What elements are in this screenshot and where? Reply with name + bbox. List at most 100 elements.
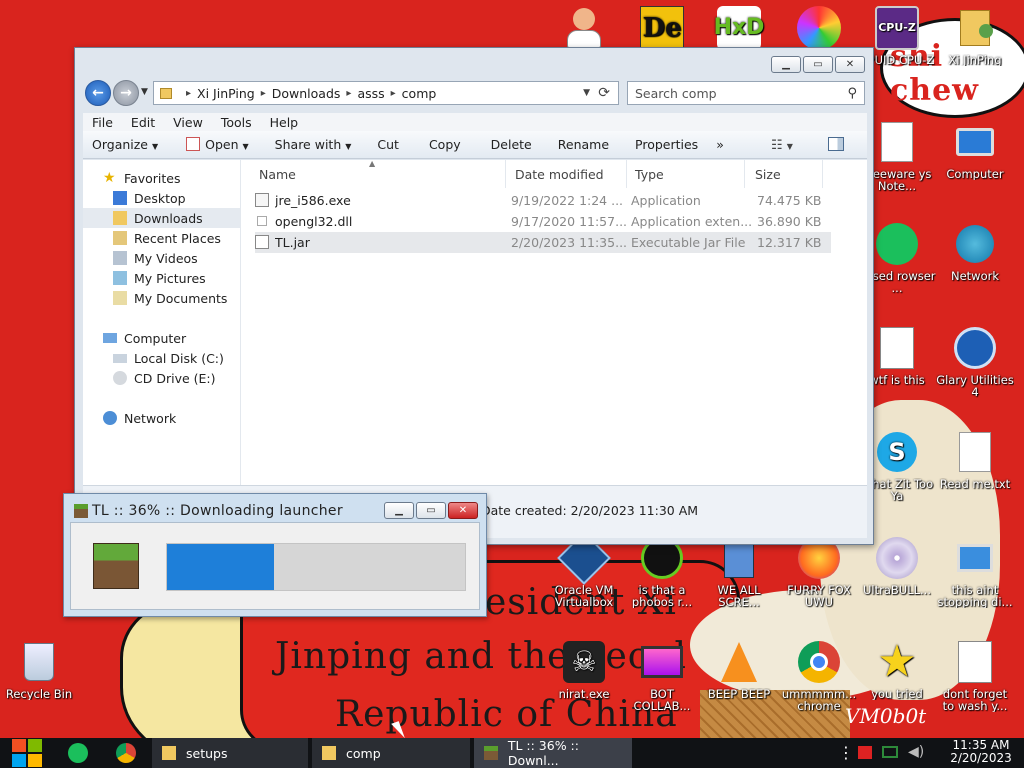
close-button[interactable]: ✕	[835, 56, 865, 73]
de-app-icon: De	[640, 6, 684, 50]
desktop-icon-nirat[interactable]: ☠ nirat.exe	[545, 640, 623, 700]
nav-my-documents[interactable]: My Documents	[83, 288, 240, 308]
maximize-button[interactable]: ▭	[416, 502, 446, 519]
desktop-icon-weall[interactable]: WE ALL SCRE...	[700, 536, 778, 608]
nav-recent-places[interactable]: Recent Places	[83, 228, 240, 248]
share-with-button[interactable]: Share with ▼	[266, 137, 361, 152]
file-row-selected[interactable]: TL.jar 2/20/2023 11:35... Executable Jar…	[255, 232, 831, 253]
desktop-icon-ultra[interactable]: UltraBULL...	[858, 536, 936, 596]
search-input[interactable]: Search comp ⚲	[627, 81, 865, 105]
desktop-icon-glary[interactable]: Glary Utilities 4	[936, 326, 1014, 398]
navigation-pane: ★ Favorites Desktop Downloads Recent Plac…	[83, 160, 241, 485]
launcher-window[interactable]: TL :: 36% :: Downloading launcher ▁ ▭ ✕	[63, 493, 487, 617]
desktop-icon-computer[interactable]: Computer	[936, 120, 1014, 180]
desktop-icon-readme[interactable]: Read me.txt	[936, 430, 1014, 490]
start-button[interactable]	[0, 738, 54, 768]
desktop-icon-label: Glary Utilities 4	[936, 374, 1014, 398]
column-size[interactable]: Size	[747, 160, 823, 188]
taskbar-item-setups[interactable]: setups	[152, 738, 308, 768]
breadcrumb-asss[interactable]: asss	[357, 86, 384, 101]
desktop-icon-recycle[interactable]: Recycle Bin	[0, 640, 78, 700]
desktop-icon-youtried[interactable]: ★ you tried	[858, 640, 936, 701]
file-row[interactable]: jre_i586.exe 9/19/2022 1:24 ... Applicat…	[255, 190, 831, 211]
desktop-icon-vbox[interactable]: Oracle VM Virtualbox	[545, 531, 623, 608]
back-button[interactable]: ←	[85, 80, 111, 106]
cut-button[interactable]: Cut	[368, 137, 408, 152]
close-button[interactable]: ✕	[448, 502, 478, 519]
nav-label: My Videos	[134, 250, 198, 266]
open-button[interactable]: Open ▼	[177, 137, 258, 152]
desktop-icon-label: is that a phobos r...	[631, 584, 693, 608]
menu-help[interactable]: Help	[261, 115, 308, 130]
nav-network[interactable]: Network	[83, 408, 240, 428]
menu-tools[interactable]: Tools	[212, 115, 261, 130]
preview-pane-icon[interactable]	[828, 137, 844, 151]
properties-button[interactable]: Properties	[626, 137, 707, 152]
column-date-modified[interactable]: Date modified	[507, 160, 627, 188]
taskbar-item-launcher[interactable]: TL :: 36% :: Downl...	[474, 738, 632, 768]
nav-desktop[interactable]: Desktop	[83, 188, 240, 208]
copy-button[interactable]: Copy	[420, 137, 470, 152]
overflow-menu-icon[interactable]: ⋮	[838, 743, 854, 762]
breadcrumb-comp[interactable]: comp	[402, 86, 437, 101]
nav-my-pictures[interactable]: My Pictures	[83, 268, 240, 288]
vlc-cone-icon	[717, 640, 761, 684]
flag-icon[interactable]	[858, 746, 872, 759]
desktop-icon-furry[interactable]: FURRY FOX UWU	[780, 536, 858, 608]
taskbar-pinned-app[interactable]	[68, 743, 88, 763]
folder-icon	[162, 746, 176, 760]
window-controls: ▁ ▭ ✕	[771, 56, 865, 73]
desktop-icon-bot[interactable]: BOT COLLAB...	[623, 640, 701, 712]
desktop-icon-beep[interactable]: BEEP BEEP	[700, 640, 778, 700]
nav-downloads[interactable]: Downloads	[83, 208, 240, 228]
desktop-icon-network[interactable]: Network	[936, 222, 1014, 282]
desktop-icon-label: dont forget to wash y...	[942, 688, 1008, 712]
menu-edit[interactable]: Edit	[122, 115, 164, 130]
explorer-window[interactable]: ▁ ▭ ✕ ← → ▼ ▸ Xi JinPing ▸ Downloads ▸ a…	[74, 47, 874, 545]
recent-pages-dropdown-icon[interactable]: ▼	[141, 87, 148, 97]
forward-button[interactable]: →	[113, 80, 139, 106]
rename-button[interactable]: Rename	[549, 137, 618, 152]
desktop-icon-ummm[interactable]: ummmmm... chrome	[780, 640, 858, 712]
address-row: ← → ▼ ▸ Xi JinPing ▸ Downloads ▸ asss ▸ …	[83, 80, 867, 108]
address-dropdown-icon[interactable]: ▼	[583, 88, 590, 98]
column-type[interactable]: Type	[627, 160, 745, 188]
delete-button[interactable]: Delete	[482, 137, 541, 152]
minecraft-block-icon	[484, 746, 498, 760]
organize-button[interactable]: Organize ▼	[83, 137, 167, 152]
taskbar-chrome[interactable]	[116, 743, 136, 763]
launcher-window-controls: ▁ ▭ ✕	[384, 502, 478, 519]
column-name[interactable]: Name ▲	[251, 159, 506, 188]
desktop-icon-user[interactable]: Xi JinPing	[936, 6, 1014, 66]
more-commands-button[interactable]: »	[707, 137, 733, 152]
desktop-icon-dontforget[interactable]: dont forget to wash y...	[936, 640, 1014, 712]
nav-favorites[interactable]: ★ Favorites	[83, 168, 240, 188]
organize-label: Organize	[92, 137, 148, 152]
breadcrumb-downloads[interactable]: Downloads	[272, 86, 341, 101]
desktop-icon-thisaint[interactable]: this aint stopping di...	[936, 536, 1014, 608]
nav-computer[interactable]: Computer	[83, 328, 240, 348]
breadcrumb-xi-jinping[interactable]: Xi JinPing	[197, 86, 255, 101]
documents-icon	[113, 291, 127, 305]
nav-cd-drive[interactable]: CD Drive (E:)	[83, 368, 240, 388]
volume-icon[interactable]: ◀)	[908, 744, 924, 760]
nav-my-videos[interactable]: My Videos	[83, 248, 240, 268]
refresh-icon[interactable]: ⟳	[598, 85, 610, 101]
menu-view[interactable]: View	[164, 115, 212, 130]
system-clock[interactable]: 11:35 AM 2/20/2023	[946, 739, 1016, 765]
menu-file[interactable]: File	[83, 115, 122, 130]
address-bar[interactable]: ▸ Xi JinPing ▸ Downloads ▸ asss ▸ comp ▼…	[153, 81, 619, 105]
maximize-button[interactable]: ▭	[803, 56, 833, 73]
minimize-button[interactable]: ▁	[384, 502, 414, 519]
taskbar-item-comp[interactable]: comp	[312, 738, 470, 768]
file-row[interactable]: opengl32.dll 9/17/2020 11:57... Applicat…	[255, 211, 831, 232]
document-grid-icon	[875, 326, 919, 370]
file-type: Application	[631, 193, 701, 208]
minimize-button[interactable]: ▁	[771, 56, 801, 73]
cpu-z-icon: CPU-Z	[875, 6, 919, 50]
nav-local-disk[interactable]: Local Disk (C:)	[83, 348, 240, 368]
desktop-icon-phobos[interactable]: is that a phobos r...	[623, 536, 701, 608]
network-tray-icon[interactable]	[882, 746, 898, 758]
network-globe-icon	[953, 222, 997, 266]
view-options-icon[interactable]: ☷ ▼	[771, 138, 793, 153]
